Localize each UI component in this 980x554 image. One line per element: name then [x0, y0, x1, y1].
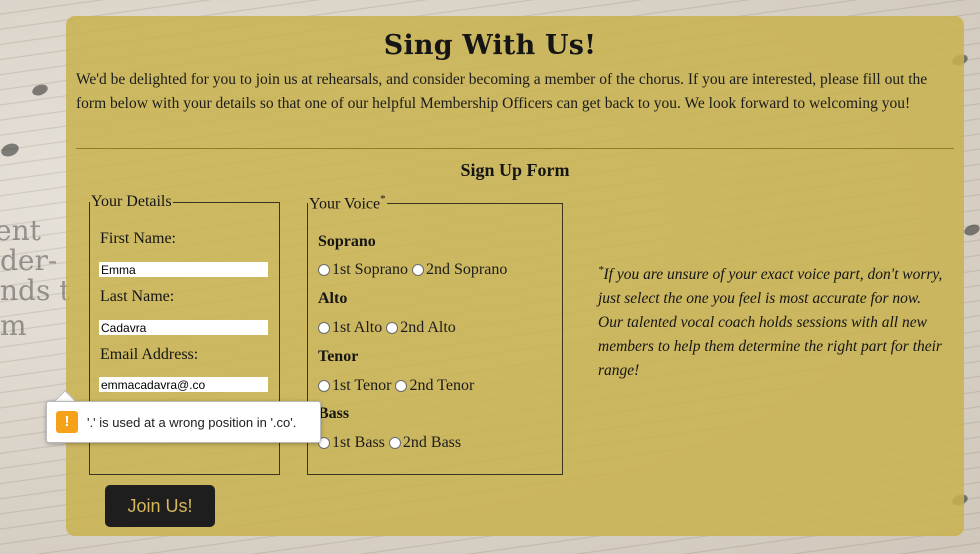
radio-2nd-alto-label[interactable]: 2nd Alto	[400, 319, 456, 337]
radio-2nd-tenor-label[interactable]: 2nd Tenor	[409, 377, 474, 395]
voice-note: *If you are unsure of your exact voice p…	[598, 258, 948, 383]
details-legend: Your Details	[91, 193, 172, 210]
radio-1st-soprano[interactable]	[318, 264, 330, 276]
radio-2nd-tenor[interactable]	[395, 380, 408, 392]
form-title: Sign Up Form	[460, 160, 570, 180]
radio-2nd-soprano-label[interactable]: 2nd Soprano	[426, 261, 507, 279]
join-us-button[interactable]: Join Us!	[105, 485, 215, 527]
voice-legend: Your Voice*	[308, 193, 387, 213]
last-name-label: Last Name:	[100, 288, 175, 305]
radio-1st-alto-label[interactable]: 1st Alto	[332, 319, 382, 337]
voice-asterisk: *	[380, 193, 386, 205]
bass-options: 1st Bass 2nd Bass	[318, 434, 465, 452]
divider	[76, 148, 954, 149]
validation-message: '.' is used at a wrong position in '.co'…	[87, 414, 297, 430]
intro-text: We'd be delighted for you to join us at …	[76, 71, 928, 112]
first-name-label: First Name:	[100, 230, 176, 247]
radio-1st-bass-label[interactable]: 1st Bass	[332, 434, 385, 452]
soprano-options: 1st Soprano 2nd Soprano	[318, 261, 511, 279]
tenor-options: 1st Tenor 2nd Tenor	[318, 377, 478, 395]
radio-1st-soprano-label[interactable]: 1st Soprano	[332, 261, 408, 279]
radio-2nd-soprano[interactable]	[412, 264, 424, 276]
radio-1st-tenor-label[interactable]: 1st Tenor	[332, 377, 391, 395]
last-name-input[interactable]	[99, 320, 268, 335]
svg-text:der-: der-	[0, 244, 57, 277]
svg-text:nds t: nds t	[0, 274, 71, 307]
voice-legend-text: Your Voice	[309, 195, 381, 213]
svg-text:ent: ent	[0, 214, 42, 247]
radio-2nd-alto[interactable]	[386, 322, 399, 334]
email-label: Email Address:	[100, 346, 199, 363]
radio-2nd-bass-label[interactable]: 2nd Bass	[403, 434, 461, 452]
email-input[interactable]	[99, 377, 268, 392]
soprano-label: Soprano	[318, 233, 376, 250]
radio-2nd-bass[interactable]	[388, 437, 401, 449]
first-name-input[interactable]	[99, 262, 268, 277]
page-title: Sing With Us!	[383, 30, 597, 61]
radio-1st-alto[interactable]	[318, 322, 330, 334]
validation-tooltip: ! '.' is used at a wrong position in '.c…	[46, 401, 321, 443]
voice-note-text: If you are unsure of your exact voice pa…	[598, 266, 943, 380]
tenor-label: Tenor	[318, 348, 359, 365]
svg-text:m: m	[0, 309, 27, 342]
alto-options: 1st Alto 2nd Alto	[318, 319, 460, 337]
bass-label: Bass	[318, 405, 350, 422]
alto-label: Alto	[318, 290, 348, 307]
warning-icon: !	[56, 411, 78, 433]
radio-1st-tenor[interactable]	[318, 380, 330, 392]
